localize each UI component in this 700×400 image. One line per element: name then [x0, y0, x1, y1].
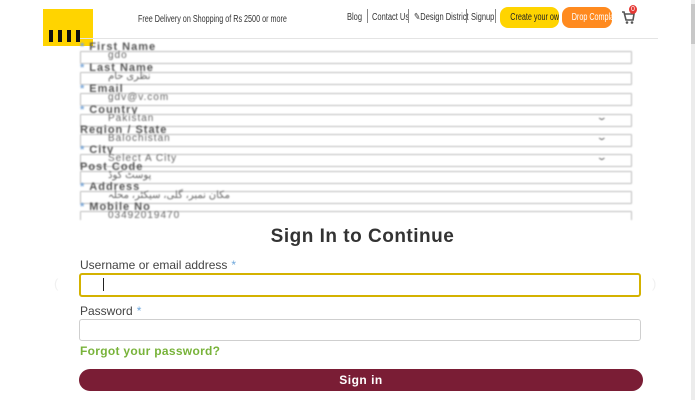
forgot-password-link[interactable]: Forgot your password?: [80, 344, 220, 358]
page-scrollbar[interactable]: [691, 0, 695, 400]
cart-count-badge: 0: [629, 5, 637, 14]
post-code-value: پوسٹ کوڈ: [108, 170, 152, 181]
username-label: Username or email address *: [80, 258, 237, 272]
last-name-value: نظری حام: [108, 71, 151, 82]
last-name-field[interactable]: [80, 72, 632, 85]
post-code-field[interactable]: [80, 171, 632, 184]
region-value: Balochistan: [108, 133, 171, 144]
drop-complaint-button[interactable]: Drop Complaint: [562, 7, 612, 28]
chevron-down-icon: ⌄: [595, 112, 608, 122]
nav-divider: [367, 9, 368, 23]
chevron-down-icon: ⌄: [595, 132, 608, 142]
address-value: مکان نمبر، گلی، سیکٹر، محلہ: [108, 190, 231, 201]
nav-blog[interactable]: Blog: [347, 12, 362, 23]
mobile-value: 03492019470: [108, 210, 181, 220]
site-header: Free Delivery on Shopping of Rs 2500 or …: [0, 0, 700, 46]
background-checkout-form: * First Name gdo * Last Name نظری حام * Ema…: [0, 38, 690, 220]
signin-title: Sign In to Continue: [270, 226, 455, 247]
password-label: Password *: [80, 304, 142, 318]
nav-signup[interactable]: Signup: [471, 12, 494, 23]
page-scrollbar-thumb[interactable]: [691, 4, 695, 44]
nav-design-district[interactable]: ✎Design District: [414, 12, 469, 23]
password-input[interactable]: [79, 319, 641, 341]
required-mark: *: [231, 258, 237, 272]
country-value: Pakistan: [108, 113, 155, 124]
email-value: gdv@v.com: [108, 92, 170, 103]
nav-divider: [466, 9, 467, 23]
username-input[interactable]: [79, 273, 641, 297]
first-name-field[interactable]: [80, 51, 632, 64]
ghost-mark: ): [652, 276, 657, 291]
create-your-own-button[interactable]: Create your own: [500, 7, 559, 28]
first-name-value: gdo: [108, 50, 128, 61]
ghost-mark: (: [54, 276, 59, 291]
required-mark: *: [136, 304, 142, 318]
nav-divider: [408, 9, 409, 23]
chevron-down-icon: ⌄: [595, 152, 608, 162]
sign-in-button[interactable]: Sign in: [79, 369, 643, 391]
nav-contact-us[interactable]: Contact Us: [372, 12, 409, 23]
text-caret: [103, 278, 104, 291]
promo-text: Free Delivery on Shopping of Rs 2500 or …: [138, 14, 287, 25]
nav-divider: [495, 9, 496, 23]
